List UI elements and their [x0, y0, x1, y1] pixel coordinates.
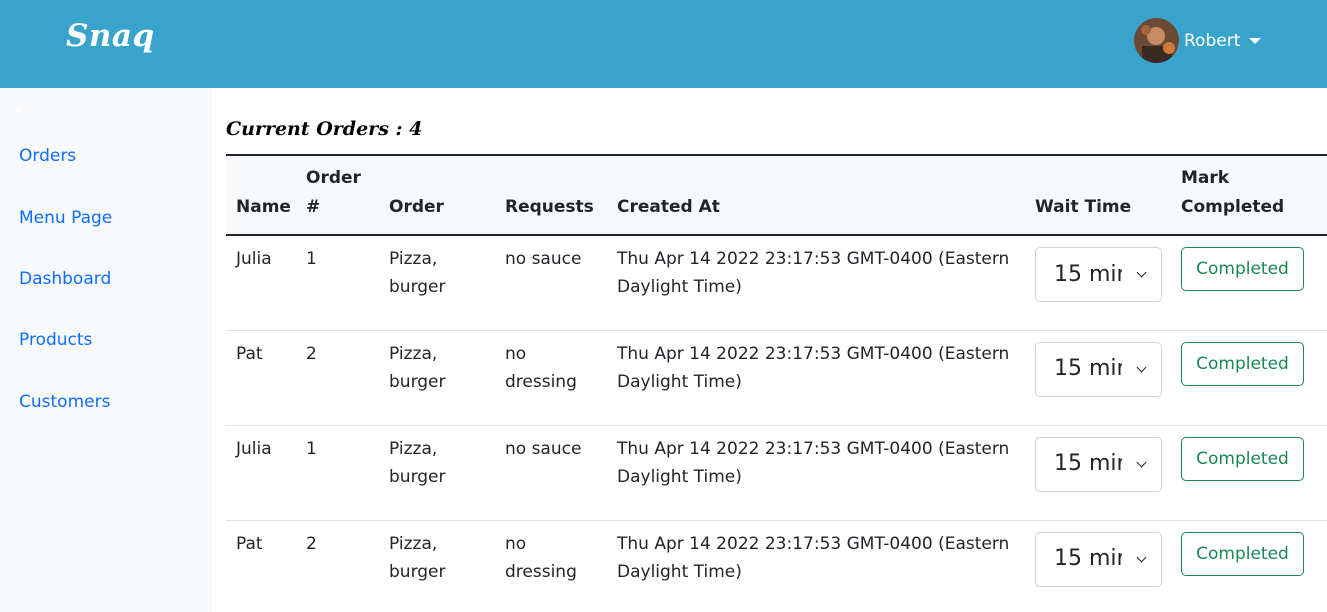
column-header-wait-time: Wait Time — [1035, 197, 1132, 217]
cell-mark-completed: Completed — [1171, 520, 1327, 612]
cell-name: Pat — [236, 343, 263, 364]
table-row: Julia 1 Pizza, burger no sauce Thu Apr 1… — [226, 425, 1327, 520]
wait-time-select[interactable]: 15 min — [1035, 341, 1162, 397]
user-name[interactable]: Robert — [1184, 31, 1240, 51]
cell-wait-time: 15 min — [1025, 235, 1171, 330]
sidebar-item-products[interactable]: Products — [19, 330, 92, 350]
sidebar: Orders Menu Page Dashboard Products Cust… — [0, 88, 212, 612]
cell-created-at: Thu Apr 14 2022 23:17:53 GMT-0400 (Easte… — [617, 249, 1010, 297]
chevron-down-icon — [1136, 552, 1147, 562]
sidebar-dot — [15, 108, 19, 112]
completed-button[interactable]: Completed — [1181, 436, 1304, 481]
brand-logo[interactable]: Snaq — [66, 18, 155, 54]
table-row: Pat 2 Pizza, burger no dressing Thu Apr … — [226, 520, 1327, 612]
cell-created-at: Thu Apr 14 2022 23:17:53 GMT-0400 (Easte… — [617, 438, 1010, 487]
cell-name: Julia — [236, 249, 272, 269]
cell-created-at: Thu Apr 14 2022 23:17:53 GMT-0400 (Easte… — [617, 533, 1010, 582]
wait-time-value: 15 min — [1054, 261, 1122, 287]
cell-order-number: 1 — [306, 438, 317, 459]
sidebar-item-menu-page[interactable]: Menu Page — [19, 208, 112, 228]
table-row: Pat 2 Pizza, burger no dressing Thu Apr … — [226, 330, 1327, 425]
wait-time-select[interactable]: 15 min — [1035, 531, 1162, 587]
cell-order-number: 2 — [306, 533, 317, 554]
cell-requests: no sauce — [505, 249, 582, 269]
cell-mark-completed: Completed — [1171, 330, 1327, 425]
cell-order-number: 2 — [306, 343, 317, 364]
column-header-name: Name — [236, 197, 291, 217]
completed-button[interactable]: Completed — [1181, 341, 1304, 386]
wait-time-value: 15 min — [1054, 546, 1122, 571]
cell-wait-time: 15 min — [1025, 330, 1171, 425]
sidebar-item-customers[interactable]: Customers — [19, 392, 110, 412]
cell-order: Pizza, burger — [389, 343, 446, 392]
table-row: Julia 1 Pizza, burger no sauce Thu Apr 1… — [226, 235, 1327, 330]
cell-order: Pizza, burger — [389, 533, 446, 582]
wait-time-select[interactable]: 15 min — [1035, 247, 1162, 302]
table-header-row: Name Order # Order Requests Created At W… — [226, 155, 1327, 235]
cell-order-number: 1 — [306, 249, 317, 269]
column-header-mark-completed: Mark Completed — [1181, 168, 1285, 217]
sidebar-item-orders[interactable]: Orders — [19, 146, 76, 166]
column-header-order: Order — [389, 197, 444, 217]
column-header-requests: Requests — [505, 197, 594, 217]
cell-mark-completed: Completed — [1171, 425, 1327, 520]
cell-mark-completed: Completed — [1171, 235, 1327, 330]
wait-time-select[interactable]: 15 min — [1035, 436, 1162, 492]
orders-table: Name Order # Order Requests Created At W… — [226, 154, 1327, 612]
cell-name: Julia — [236, 438, 272, 459]
cell-order: Pizza, burger — [389, 249, 446, 297]
column-header-created-at: Created At — [617, 197, 720, 217]
wait-time-value: 15 min — [1054, 451, 1122, 476]
user-avatar — [1134, 18, 1179, 63]
cell-name: Pat — [236, 533, 263, 554]
chevron-down-icon — [1136, 267, 1147, 278]
top-navbar: Snaq Robert — [0, 0, 1327, 88]
user-menu[interactable]: Robert — [1134, 18, 1262, 63]
page-title: Current Orders : 4 — [226, 118, 423, 140]
wait-time-value: 15 min — [1054, 356, 1122, 381]
cell-requests: no dressing — [505, 533, 577, 582]
column-header-order-number: Order # — [306, 168, 361, 217]
caret-down-icon[interactable] — [1249, 37, 1262, 44]
cell-created-at: Thu Apr 14 2022 23:17:53 GMT-0400 (Easte… — [617, 343, 1010, 392]
cell-wait-time: 15 min — [1025, 520, 1171, 612]
cell-requests: no dressing — [505, 343, 577, 392]
cell-order: Pizza, burger — [389, 438, 446, 487]
main-content: Current Orders : 4 Name Order # Order Re… — [212, 88, 1327, 612]
cell-wait-time: 15 min — [1025, 425, 1171, 520]
sidebar-item-dashboard[interactable]: Dashboard — [19, 269, 111, 289]
chevron-down-icon — [1136, 457, 1147, 467]
cell-requests: no sauce — [505, 438, 582, 459]
chevron-down-icon — [1136, 362, 1147, 372]
completed-button[interactable]: Completed — [1181, 531, 1304, 576]
completed-button[interactable]: Completed — [1181, 247, 1304, 291]
